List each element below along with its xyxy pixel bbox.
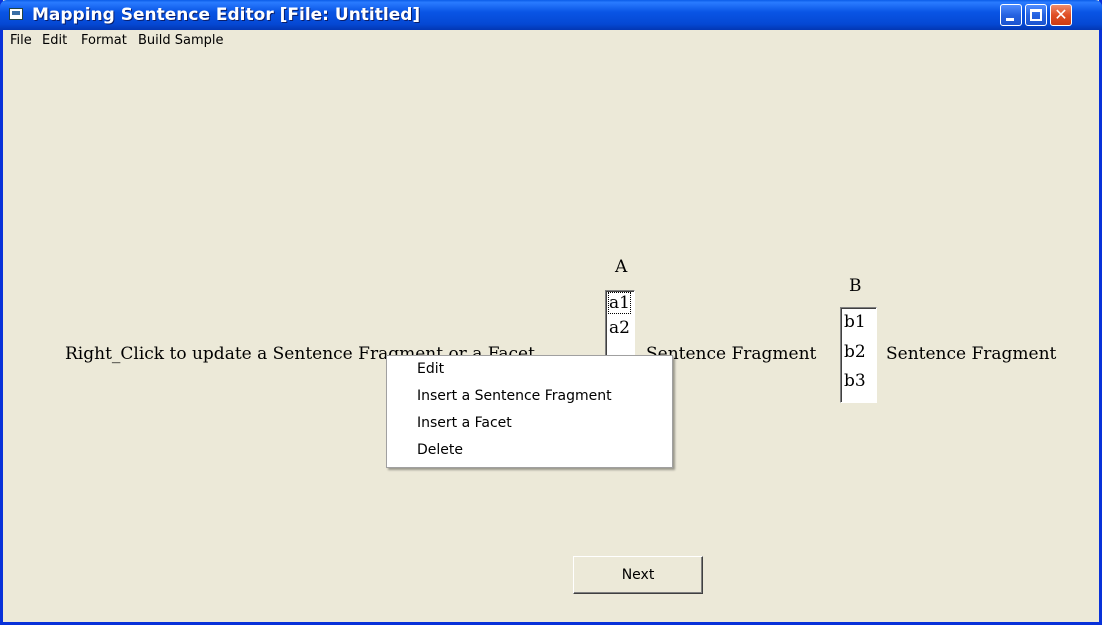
facet-b-item[interactable]: b2 [844,342,866,362]
title-bar[interactable]: Mapping Sentence Editor [File: Untitled]… [0,0,1102,30]
facet-b-label: B [849,276,862,296]
sentence-fragment-3[interactable]: Sentence Fragment [886,344,1056,364]
minimize-icon [1006,18,1014,21]
context-menu: Edit Insert a Sentence Fragment Insert a… [386,355,673,468]
close-icon: ✕ [1054,5,1068,24]
menu-edit[interactable]: Edit [42,33,67,48]
menu-build-sample[interactable]: Build Sample [138,33,224,48]
next-button[interactable]: Next [573,556,703,594]
facet-b-item[interactable]: b3 [844,371,866,391]
main-window: Mapping Sentence Editor [File: Untitled]… [0,0,1102,625]
context-menu-delete[interactable]: Delete [417,442,463,458]
window-title: Mapping Sentence Editor [File: Untitled] [32,5,421,25]
app-icon [9,8,23,20]
close-button[interactable]: ✕ [1050,4,1072,26]
context-menu-insert-fragment[interactable]: Insert a Sentence Fragment [417,388,612,404]
facet-a-list[interactable]: a1 a2 [605,290,635,356]
maximize-button[interactable] [1025,4,1047,26]
context-menu-insert-facet[interactable]: Insert a Facet [417,415,512,431]
context-menu-edit[interactable]: Edit [417,361,444,377]
menu-file[interactable]: File [10,33,32,48]
maximize-icon [1030,9,1042,21]
facet-a-item[interactable]: a2 [609,318,630,338]
minimize-button[interactable] [1000,4,1022,26]
menu-format[interactable]: Format [81,33,127,48]
facet-b-item[interactable]: b1 [844,312,866,332]
facet-a-item[interactable]: a1 [608,292,631,314]
next-button-label: Next [621,567,655,583]
facet-a-label: A [615,257,628,277]
facet-b-list[interactable]: b1 b2 b3 [840,307,877,403]
menu-bar: File Edit Format Build Sample [3,30,1099,52]
